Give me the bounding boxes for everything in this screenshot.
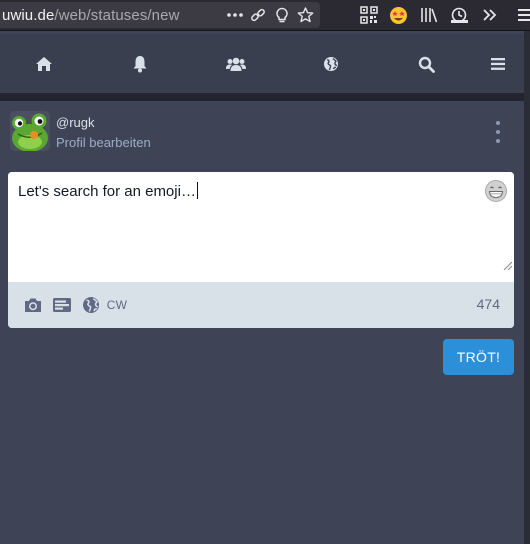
search-icon	[418, 56, 435, 73]
cw-label: CW	[106, 298, 128, 312]
link-icon[interactable]	[250, 7, 266, 23]
nav-menu[interactable]	[478, 46, 518, 82]
content-warning-button[interactable]: CW	[107, 294, 127, 316]
url-bar[interactable]: uwiu.de/web/statuses/new	[0, 2, 320, 28]
compose-text: Let's search for an emoji…	[18, 183, 196, 200]
screenshot-icon[interactable]	[450, 6, 469, 24]
home-icon	[36, 57, 52, 71]
hamburger-icon	[491, 58, 505, 70]
nav-search[interactable]	[406, 46, 446, 82]
add-poll-button[interactable]	[51, 294, 73, 316]
browser-toolbar: uwiu.de/web/statuses/new	[0, 0, 530, 31]
compose-textarea[interactable]: Let's search for an emoji…	[8, 172, 514, 282]
url-text[interactable]: uwiu.de/web/statuses/new	[2, 7, 180, 24]
overflow-chevron-icon[interactable]	[482, 6, 498, 24]
compose-form: Let's search for an emoji… CW 474	[8, 172, 514, 328]
bell-icon	[133, 56, 147, 73]
nav-federated[interactable]	[311, 46, 351, 82]
nav-notifications[interactable]	[120, 46, 160, 82]
star-struck-emoji-icon[interactable]	[389, 6, 408, 25]
account-handle[interactable]: @rugk	[56, 115, 95, 130]
emoji-picker-button[interactable]	[484, 179, 508, 203]
toot-button[interactable]: TRÖT!	[443, 339, 514, 375]
qr-code-icon[interactable]	[360, 6, 378, 24]
nav-home[interactable]	[24, 46, 64, 82]
app-navigation	[0, 34, 524, 93]
globe-icon	[83, 297, 99, 313]
globe-icon	[324, 57, 338, 71]
avatar[interactable]	[10, 111, 50, 151]
scrollbar[interactable]	[524, 31, 530, 544]
more-dots-icon[interactable]	[226, 7, 244, 23]
toolbar-edge	[510, 3, 530, 27]
resize-handle-icon[interactable]	[502, 260, 512, 270]
text-caret	[196, 182, 198, 199]
more-options-icon[interactable]	[492, 119, 504, 145]
edit-profile-link[interactable]: Profil bearbeiten	[56, 135, 151, 150]
lightbulb-icon[interactable]	[274, 7, 290, 23]
camera-icon	[25, 298, 41, 312]
compose-account: @rugk Profil bearbeiten	[10, 111, 520, 155]
users-icon	[226, 57, 246, 71]
url-path: /web/statuses/new	[54, 7, 180, 24]
url-domain: uwiu.de	[2, 7, 55, 24]
compose-toolbar: CW 474	[8, 282, 514, 328]
grinning-emoji-icon	[485, 180, 507, 202]
menu-icon[interactable]	[510, 3, 530, 27]
nav-divider	[0, 93, 524, 101]
frog-avatar-icon	[10, 111, 50, 151]
poll-icon	[53, 298, 71, 312]
character-counter: 474	[476, 296, 500, 312]
library-icon[interactable]	[420, 6, 438, 24]
star-icon[interactable]	[297, 7, 314, 23]
nav-local[interactable]	[216, 46, 256, 82]
upload-media-button[interactable]	[22, 294, 44, 316]
visibility-button[interactable]	[80, 294, 102, 316]
